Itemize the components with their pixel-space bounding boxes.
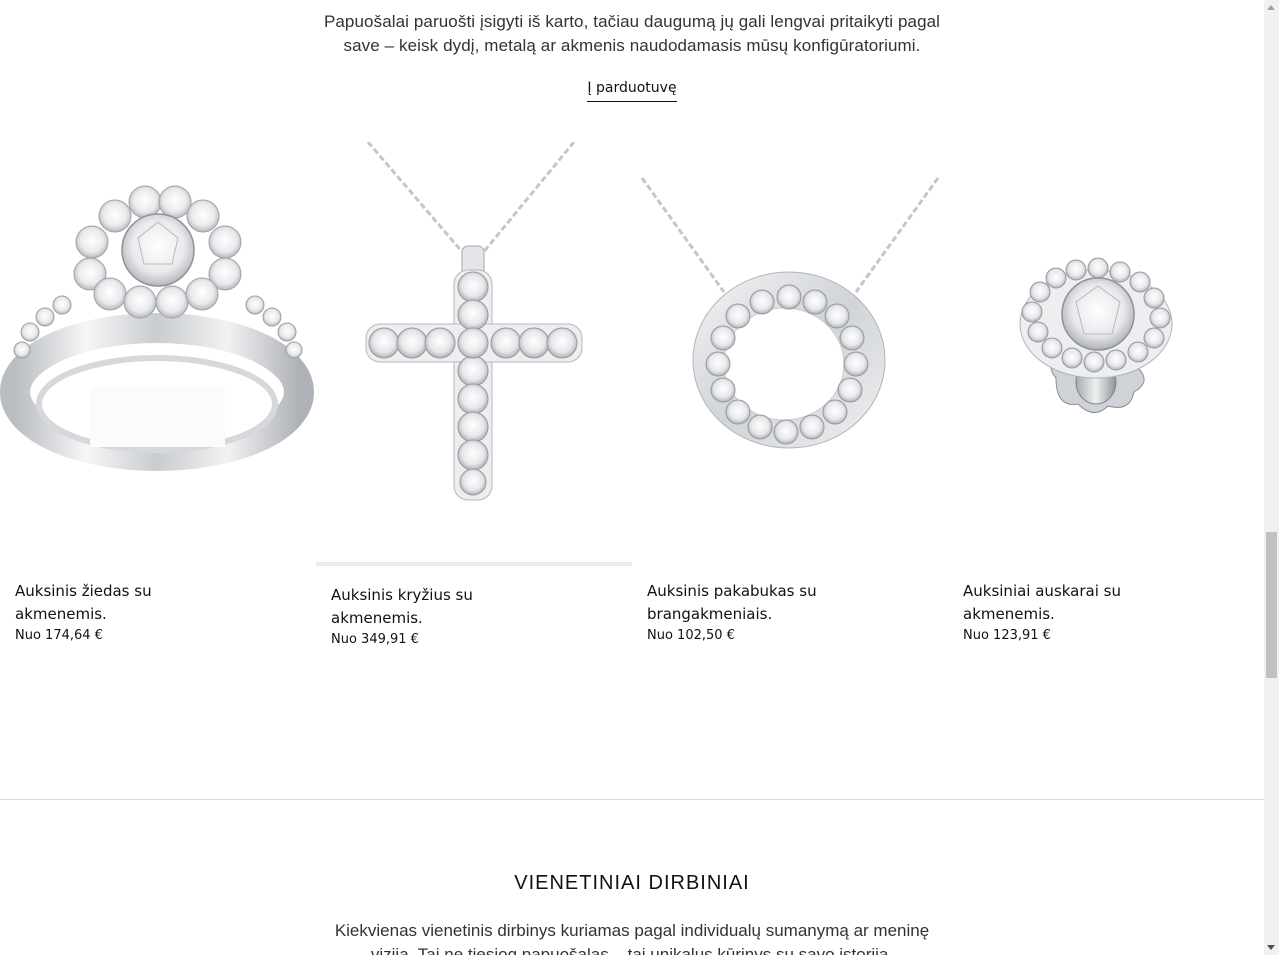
scrollbar-thumb[interactable]: [1266, 532, 1277, 678]
product-grid: Auksinis žiedas su akmenemis. Nuo 174,64…: [0, 142, 1264, 650]
ring-icon: [0, 185, 314, 471]
product-image[interactable]: [632, 142, 948, 558]
page: Papuošalai paruošti įsigyti iš karto, ta…: [0, 0, 1264, 955]
product-card-earring[interactable]: Auksiniai auskarai su akmenemis. Nuo 123…: [948, 142, 1264, 650]
unique-items-section: VIENETINIAI DIRBINIAI Kiekvienas vieneti…: [0, 872, 1264, 955]
product-image[interactable]: [948, 142, 1264, 558]
section-title: VIENETINIAI DIRBINIAI: [514, 872, 750, 894]
intro-text: Papuošalai paruošti įsigyti iš karto, ta…: [323, 12, 941, 55]
product-info: Auksiniai auskarai su akmenemis. Nuo 123…: [948, 558, 1264, 646]
scroll-up-icon[interactable]: [1267, 5, 1275, 10]
product-price: Nuo 123,91 €: [963, 628, 1051, 643]
product-card-circle-pendant[interactable]: Auksinis pakabukas su brangakmeniais. Nu…: [632, 142, 948, 650]
product-card-cross[interactable]: Auksinis kryžius su akmenemis. Nuo 349,9…: [316, 142, 632, 650]
product-price: Nuo 174,64 €: [15, 628, 103, 643]
stud-earring-icon: [1019, 257, 1173, 413]
product-card-ring[interactable]: Auksinis žiedas su akmenemis. Nuo 174,64…: [0, 142, 316, 650]
vertical-scrollbar[interactable]: [1264, 0, 1279, 955]
intro-section: Papuošalai paruošti įsigyti iš karto, ta…: [0, 10, 1264, 102]
product-price: Nuo 102,50 €: [647, 628, 735, 643]
product-name[interactable]: Auksinis kryžius su akmenemis.: [331, 584, 617, 630]
product-info: Auksinis kryžius su akmenemis. Nuo 349,9…: [316, 562, 632, 650]
product-name[interactable]: Auksinis žiedas su akmenemis.: [15, 580, 301, 626]
product-image[interactable]: [316, 142, 632, 566]
shop-link[interactable]: Į parduotuvę: [587, 80, 677, 102]
product-name[interactable]: Auksinis pakabukas su brangakmeniais.: [647, 580, 933, 626]
product-info: Auksinis žiedas su akmenemis. Nuo 174,64…: [0, 558, 316, 646]
cross-pendant-icon: [365, 142, 583, 501]
product-info: Auksinis pakabukas su brangakmeniais. Nu…: [632, 558, 948, 646]
section-text: Kiekvienas vienetinis dirbinys kuriamas …: [334, 921, 930, 955]
product-price: Nuo 349,91 €: [331, 632, 419, 647]
product-image[interactable]: [0, 142, 316, 558]
circle-pendant-icon: [640, 177, 940, 449]
section-divider: [0, 799, 1264, 800]
scroll-down-icon[interactable]: [1267, 945, 1275, 950]
product-name[interactable]: Auksiniai auskarai su akmenemis.: [963, 580, 1249, 626]
